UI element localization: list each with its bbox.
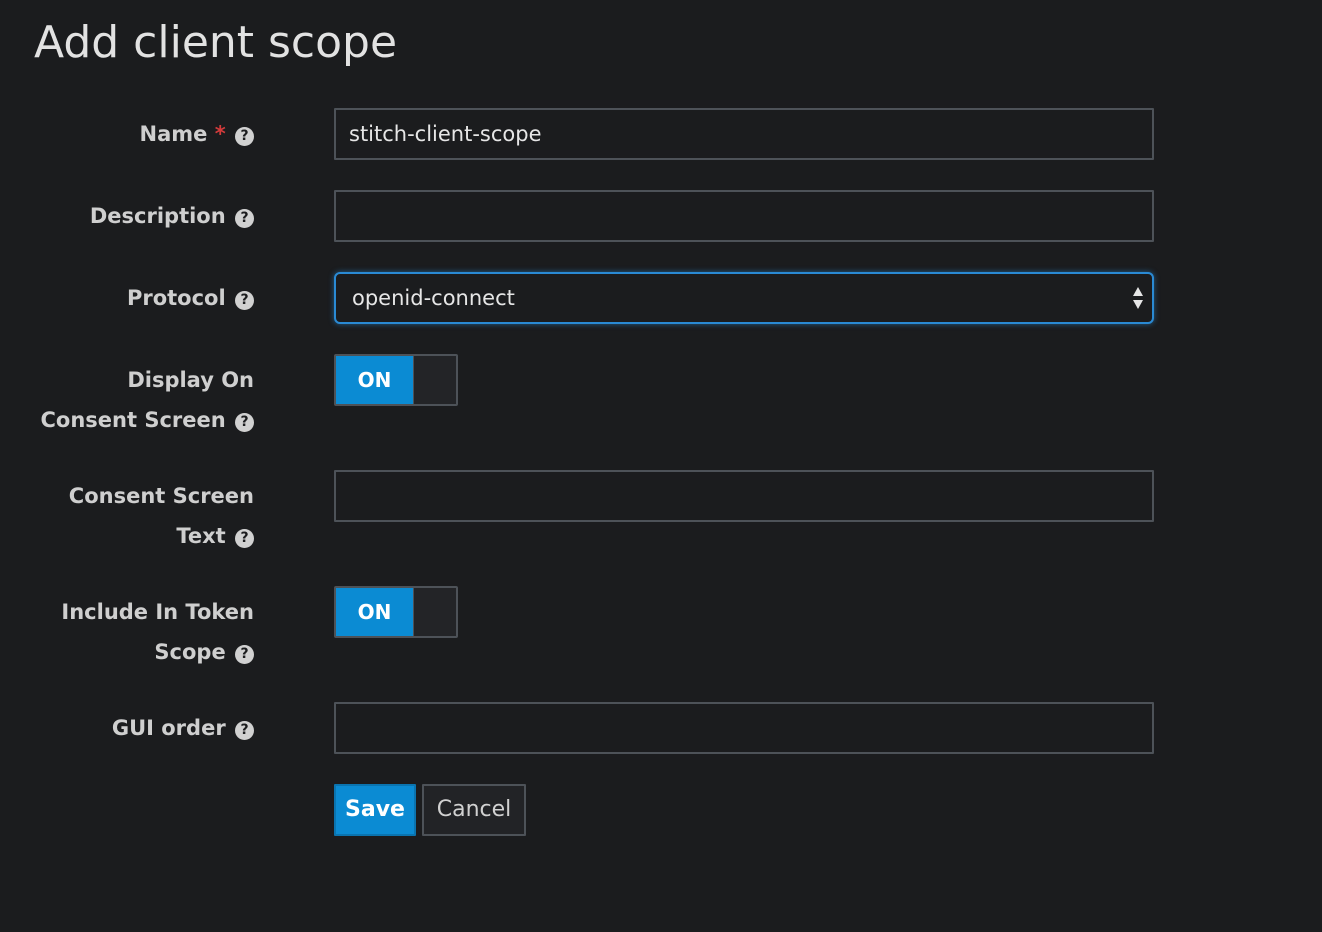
help-icon[interactable]: ? xyxy=(235,529,254,548)
description-input[interactable] xyxy=(334,190,1154,242)
page-title: Add client scope xyxy=(34,17,398,68)
help-icon[interactable]: ? xyxy=(235,209,254,228)
include-in-token-scope-label-line2: Scope xyxy=(154,640,226,664)
description-label: Description ? xyxy=(0,196,254,236)
required-asterisk: * xyxy=(214,122,226,146)
include-in-token-scope-label-line1: Include In Token xyxy=(61,600,254,624)
help-icon[interactable]: ? xyxy=(235,413,254,432)
protocol-label: Protocol ? xyxy=(0,278,254,318)
protocol-selected-value: openid-connect xyxy=(352,286,515,310)
cancel-button[interactable]: Cancel xyxy=(422,784,526,836)
consent-text-label-line1: Consent Screen xyxy=(68,484,254,508)
toggle-on-label: ON xyxy=(336,588,413,636)
help-icon[interactable]: ? xyxy=(235,721,254,740)
protocol-label-text: Protocol xyxy=(126,286,226,310)
description-label-text: Description xyxy=(89,204,226,228)
consent-text-label: Consent Screen Text ? xyxy=(0,476,254,556)
consent-text-label-line2: Text xyxy=(176,524,226,548)
save-button[interactable]: Save xyxy=(334,784,416,836)
toggle-handle xyxy=(413,588,456,636)
gui-order-label-text: GUI order xyxy=(111,716,226,740)
gui-order-label: GUI order ? xyxy=(0,708,254,748)
help-icon[interactable]: ? xyxy=(235,291,254,310)
display-on-consent-toggle[interactable]: ON xyxy=(334,354,458,406)
name-label: Name * ? xyxy=(0,114,254,154)
gui-order-input[interactable] xyxy=(334,702,1154,754)
display-on-consent-label: Display On Consent Screen ? xyxy=(0,360,254,440)
help-icon[interactable]: ? xyxy=(235,645,254,664)
name-label-text: Name xyxy=(139,122,208,146)
name-input[interactable] xyxy=(334,108,1154,160)
toggle-on-label: ON xyxy=(336,356,413,404)
include-in-token-scope-label: Include In Token Scope ? xyxy=(0,592,254,672)
include-in-token-scope-toggle[interactable]: ON xyxy=(334,586,458,638)
help-icon[interactable]: ? xyxy=(235,127,254,146)
protocol-select[interactable]: openid-connect xyxy=(334,272,1154,324)
toggle-handle xyxy=(413,356,456,404)
display-on-consent-label-line2: Consent Screen xyxy=(40,408,226,432)
consent-text-input[interactable] xyxy=(334,470,1154,522)
sort-arrows-icon xyxy=(1133,287,1143,309)
display-on-consent-label-line1: Display On xyxy=(127,368,254,392)
